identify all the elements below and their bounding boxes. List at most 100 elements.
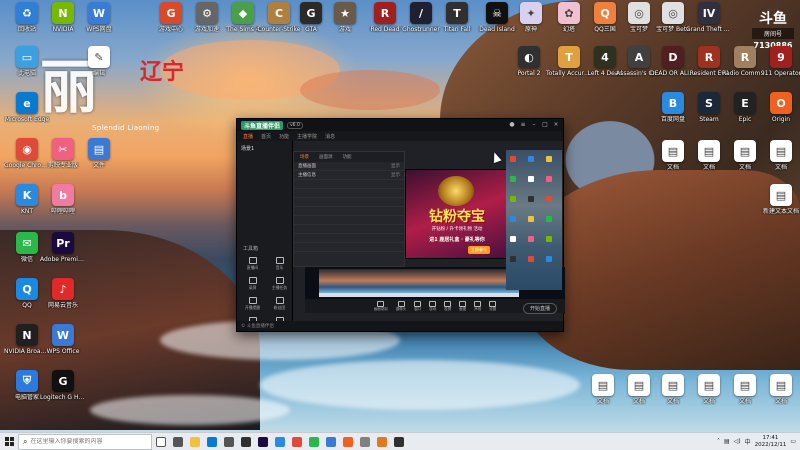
taskbar-settings-button[interactable]: [220, 433, 237, 450]
app-icon: N: [16, 324, 38, 346]
app-icon: ▤: [770, 184, 792, 206]
minimize-icon[interactable]: –: [531, 122, 537, 128]
desktop-icon[interactable]: b 哔哩哔哩: [40, 184, 86, 228]
app-tab[interactable]: 消息: [325, 133, 335, 140]
app-icon: G: [160, 2, 182, 24]
panel-tab[interactable]: 功能: [343, 154, 352, 160]
menu-icon[interactable]: ≡: [520, 122, 526, 128]
taskbar-wechat-button[interactable]: [305, 433, 322, 450]
promo-join-button[interactable]: 立即参与: [468, 246, 490, 254]
desktop-icon[interactable]: IV Grand Theft Auto IV: [686, 2, 732, 46]
app-tab[interactable]: 功能: [279, 133, 289, 140]
app-icon: ◐: [518, 46, 540, 68]
notification-icon[interactable]: ▭: [790, 438, 796, 445]
volume-icon[interactable]: ◁): [734, 438, 741, 445]
app-tab[interactable]: 首页: [261, 133, 271, 140]
desktop-icon[interactable]: ▤ 文档: [758, 374, 800, 418]
desktop-icon[interactable]: ♪ 网易云音乐: [40, 278, 86, 322]
control-button[interactable]: 截图: [459, 300, 467, 312]
tray-arrow-icon[interactable]: ˄: [717, 438, 720, 445]
app-tab[interactable]: 直播: [243, 133, 253, 140]
empty-row: [294, 207, 404, 216]
empty-row: [294, 180, 404, 189]
clock[interactable]: 17:41 2022/12/11: [755, 435, 787, 449]
promo-headline: 钻粉夺宝: [429, 209, 485, 225]
mirror-mini-icon: [546, 256, 552, 262]
panel-tab[interactable]: 场景: [300, 154, 309, 160]
control-button[interactable]: 窗口: [414, 300, 422, 312]
promo-banner[interactable]: 钻粉夺宝 开钻粉 / 升卡领礼物 活动 进1 鹿居礼盒 · 豪礼等你 立即参与: [405, 169, 507, 259]
taskbar-app5-button[interactable]: [356, 433, 373, 450]
source-row[interactable]: 主播信息 显示: [294, 171, 404, 180]
app-icon: ▤: [770, 140, 792, 162]
desktop-icon[interactable]: e Microsoft Edge: [4, 92, 50, 136]
app-icon: K: [16, 184, 38, 206]
taskbar-search[interactable]: ⌕: [18, 433, 152, 450]
panel-tab[interactable]: 画面源: [319, 154, 333, 160]
cortana-icon: [155, 436, 166, 447]
taskbar-app2-button[interactable]: [271, 433, 288, 450]
desktop-icon[interactable]: ▤ 文件: [76, 138, 122, 182]
desktop-icon[interactable]: Pr Adobe Premiere Pro: [40, 232, 86, 276]
taskbar-task-view-button[interactable]: [169, 433, 186, 450]
taskbar-premiere-button[interactable]: [254, 433, 271, 450]
control-button[interactable]: 游戏: [429, 300, 437, 312]
taskbar-app6-button[interactable]: [373, 433, 390, 450]
wechat-icon: [308, 436, 319, 447]
control-button[interactable]: 投屏: [444, 300, 452, 312]
input-method[interactable]: 中: [745, 437, 751, 446]
desktop-icon[interactable]: O Origin: [758, 92, 800, 136]
desktop-icon[interactable]: ▤ 新建文本文档: [758, 184, 800, 228]
avatar-icon[interactable]: ●: [509, 122, 515, 128]
mirror-mini-icon: [510, 156, 516, 162]
maximize-icon[interactable]: □: [542, 122, 548, 128]
taskbar-app-button[interactable]: [237, 433, 254, 450]
taskbar-file-explorer-button[interactable]: [186, 433, 203, 450]
desktop-icon[interactable]: ✎ 编辑: [76, 46, 122, 90]
tool-button[interactable]: 粉丝团: [268, 297, 291, 311]
desktop-icon-label: 新建文本文档: [762, 208, 799, 215]
app-icon: ♪: [52, 278, 74, 300]
app3-icon: [325, 436, 336, 447]
desktop-icon[interactable]: ▭ 此电脑: [4, 46, 50, 90]
source-label: 主播信息: [298, 173, 316, 178]
desktop-icon[interactable]: W WPS Office: [40, 324, 86, 368]
desktop-icon[interactable]: ▤ 文档: [758, 140, 800, 184]
taskbar-app4-button[interactable]: [339, 433, 356, 450]
network-icon[interactable]: ▤: [724, 438, 730, 445]
tool-button[interactable]: 直播间: [241, 257, 264, 271]
app-title-bar[interactable]: 斗鱼直播伴侣 v6.0 ● ≡ – □ ×: [237, 119, 563, 131]
source-visibility[interactable]: 显示: [391, 163, 400, 169]
start-button[interactable]: [0, 433, 18, 450]
taskbar-chrome-button[interactable]: [288, 433, 305, 450]
desktop-icon[interactable]: G Logitech G HUB: [40, 370, 86, 414]
mirror-mini-icon: [510, 216, 516, 222]
app-icon: ▤: [88, 138, 110, 160]
app-tab[interactable]: 主播学院: [297, 133, 317, 140]
control-button[interactable]: 设置: [489, 300, 497, 312]
scene-header[interactable]: 场景1: [241, 145, 289, 152]
source-row[interactable]: 直播画面 显示: [294, 162, 404, 171]
taskbar-app3-button[interactable]: [322, 433, 339, 450]
search-input[interactable]: [30, 438, 131, 445]
start-live-button[interactable]: 开始直播: [522, 303, 557, 314]
tool-button[interactable]: 音乐: [268, 257, 291, 271]
app-icon: D: [662, 46, 684, 68]
tool-button[interactable]: 开播提醒: [241, 297, 264, 311]
control-button[interactable]: 摄像头: [396, 300, 406, 312]
tool-button[interactable]: 录屏: [241, 277, 264, 291]
taskbar-edge-button[interactable]: [203, 433, 220, 450]
app-icon: ▤: [698, 374, 720, 396]
source-visibility[interactable]: 显示: [391, 172, 400, 178]
taskbar-cortana-button[interactable]: [152, 433, 169, 450]
desktop-icon[interactable]: 9 911 Operator: [758, 46, 800, 90]
app-icon: ♻: [16, 2, 38, 24]
tool-button[interactable]: 主播任务: [268, 277, 291, 291]
clock-date: 2022/12/11: [754, 441, 787, 448]
taskbar-app7-button[interactable]: [390, 433, 407, 450]
close-icon[interactable]: ×: [553, 122, 559, 128]
control-button[interactable]: 声音: [474, 300, 482, 312]
control-button[interactable]: 画面录制: [374, 300, 388, 312]
empty-row: [294, 225, 404, 234]
desktop-icon[interactable]: W WPS网盘: [76, 2, 122, 46]
